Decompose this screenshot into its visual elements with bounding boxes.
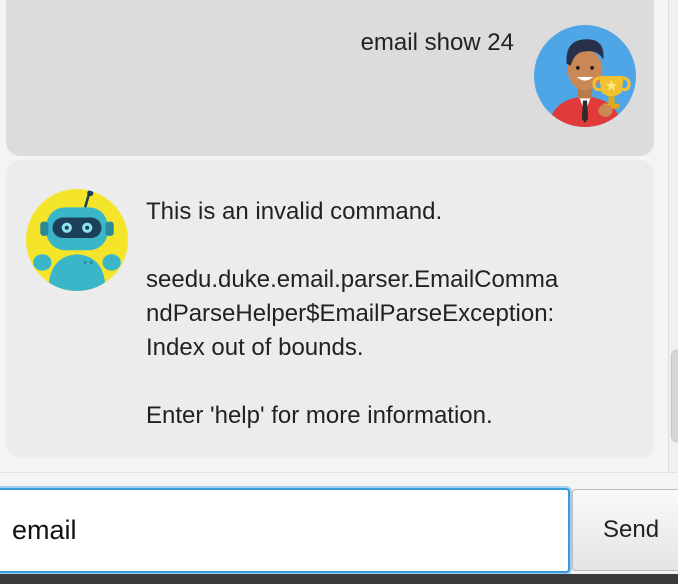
window-bottom-edge bbox=[0, 574, 678, 584]
bot-message-line: This is an invalid command. bbox=[146, 198, 443, 225]
chat-scroll-pane[interactable]: email show 24 This is an invalid command… bbox=[0, 0, 668, 472]
bot-message-line: Enter 'help' for more information. bbox=[146, 402, 493, 429]
bot-message-line bbox=[146, 229, 626, 263]
bot-message-bubble: This is an invalid command. seedu.duke.e… bbox=[6, 160, 654, 458]
scrollbar-thumb[interactable] bbox=[671, 350, 678, 442]
bot-message-line: seedu.duke.email.parser.EmailComma bbox=[146, 266, 559, 293]
user-message-bubble: email show 24 bbox=[6, 0, 654, 156]
chat-window: email show 24 This is an invalid command… bbox=[0, 0, 678, 584]
vertical-scrollbar[interactable] bbox=[668, 0, 678, 472]
send-button[interactable]: Send bbox=[572, 489, 678, 571]
bot-message-line: ndParseHelper$EmailParseException: bbox=[146, 300, 555, 327]
user-avatar-icon bbox=[534, 25, 636, 127]
user-message-text: email show 24 bbox=[360, 29, 514, 56]
input-bar: Send bbox=[0, 472, 678, 584]
bot-message-line: Index out of bounds. bbox=[146, 334, 364, 361]
bot-message-line bbox=[146, 365, 626, 399]
command-input[interactable] bbox=[0, 488, 570, 573]
robot-avatar-icon bbox=[26, 189, 128, 291]
bot-message-text: This is an invalid command. seedu.duke.e… bbox=[146, 195, 626, 433]
